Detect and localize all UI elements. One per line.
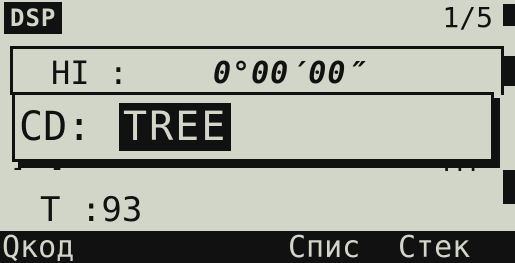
hi-row: HI : 0°00′00″ bbox=[10, 46, 504, 95]
code-label: CD: bbox=[19, 104, 92, 150]
page-indicator: 1/5 bbox=[442, 1, 493, 34]
scroll-mark bbox=[503, 56, 515, 86]
hi-label: HI : bbox=[51, 54, 129, 92]
device-screen: DSP 1/5 HI : 0°00′00″ - - ... CD: TREE T… bbox=[0, 0, 515, 263]
softkey-qcode[interactable]: Qкод bbox=[2, 231, 74, 263]
display-mode-tag: DSP bbox=[4, 2, 63, 34]
softkey-stack[interactable]: Стек bbox=[398, 231, 470, 263]
code-input-popup[interactable]: CD: TREE bbox=[12, 92, 494, 162]
softkey-bar: Qкод Спис Стек bbox=[0, 231, 515, 263]
softkey-list[interactable]: Спис bbox=[288, 231, 360, 263]
scroll-mark bbox=[503, 4, 515, 26]
hi-value: 0°00′00″ bbox=[213, 56, 366, 91]
header-bar: DSP 1/5 bbox=[0, 0, 515, 38]
code-input-field[interactable]: TREE bbox=[119, 103, 232, 151]
battery-icon bbox=[503, 170, 515, 204]
t-row: T :93 bbox=[40, 190, 143, 230]
